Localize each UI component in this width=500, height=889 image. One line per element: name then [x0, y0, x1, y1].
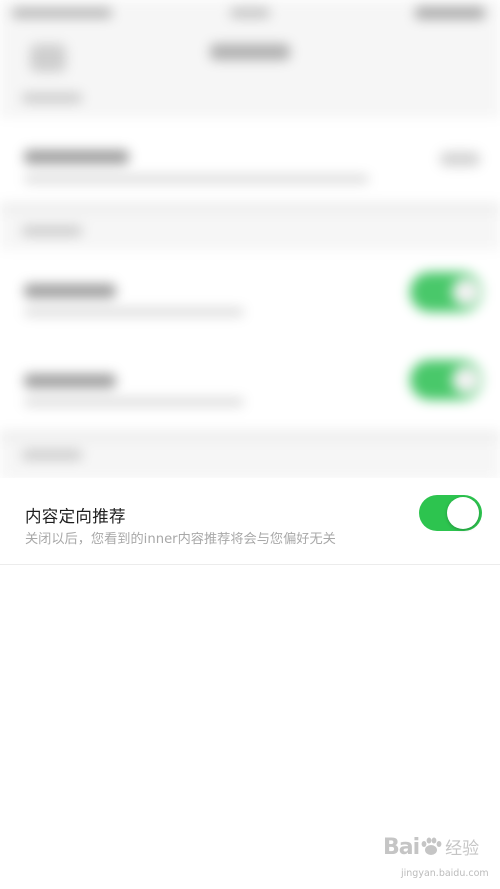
paw-icon [421, 837, 442, 855]
setting-title: 内容定向推荐 [25, 507, 126, 526]
settings-screen: 内容定向推荐 关闭以后，您看到的inner内容推荐将会与您偏好无关 Bai 经验… [0, 0, 500, 889]
section-header [22, 93, 82, 103]
row-subtitle [24, 398, 244, 406]
section-header [22, 450, 82, 460]
watermark-url: jingyan.baidu.com [401, 868, 489, 879]
content-recommendation-row[interactable]: 内容定向推荐 关闭以后，您看到的inner内容推荐将会与您偏好无关 [0, 478, 500, 565]
blurred-background [0, 0, 500, 480]
page-title [210, 44, 290, 60]
status-bar-time [230, 8, 270, 18]
toggle-knob [452, 366, 480, 394]
status-bar [0, 0, 500, 28]
back-icon[interactable] [30, 44, 66, 72]
toggle-knob [447, 497, 479, 529]
row-title [24, 374, 116, 388]
divider [0, 202, 500, 214]
status-bar-carrier [12, 8, 112, 18]
content-recommendation-toggle[interactable] [419, 495, 482, 531]
toggle-knob [452, 278, 480, 306]
row-title [24, 284, 116, 298]
watermark-logo: Bai 经验 [383, 835, 480, 860]
row-subtitle [24, 175, 369, 183]
nav-bar [0, 28, 500, 80]
row-subtitle [24, 308, 244, 316]
settings-card [0, 118, 500, 202]
chevron-right-icon[interactable] [440, 152, 480, 166]
setting-description: 关闭以后，您看到的inner内容推荐将会与您偏好无关 [25, 532, 336, 547]
section-header [22, 226, 82, 236]
divider [0, 430, 500, 442]
watermark: Bai 经验 jingyan.baidu.com [383, 834, 493, 884]
row-title [24, 150, 129, 164]
settings-card [0, 250, 500, 430]
status-bar-battery [415, 7, 485, 19]
